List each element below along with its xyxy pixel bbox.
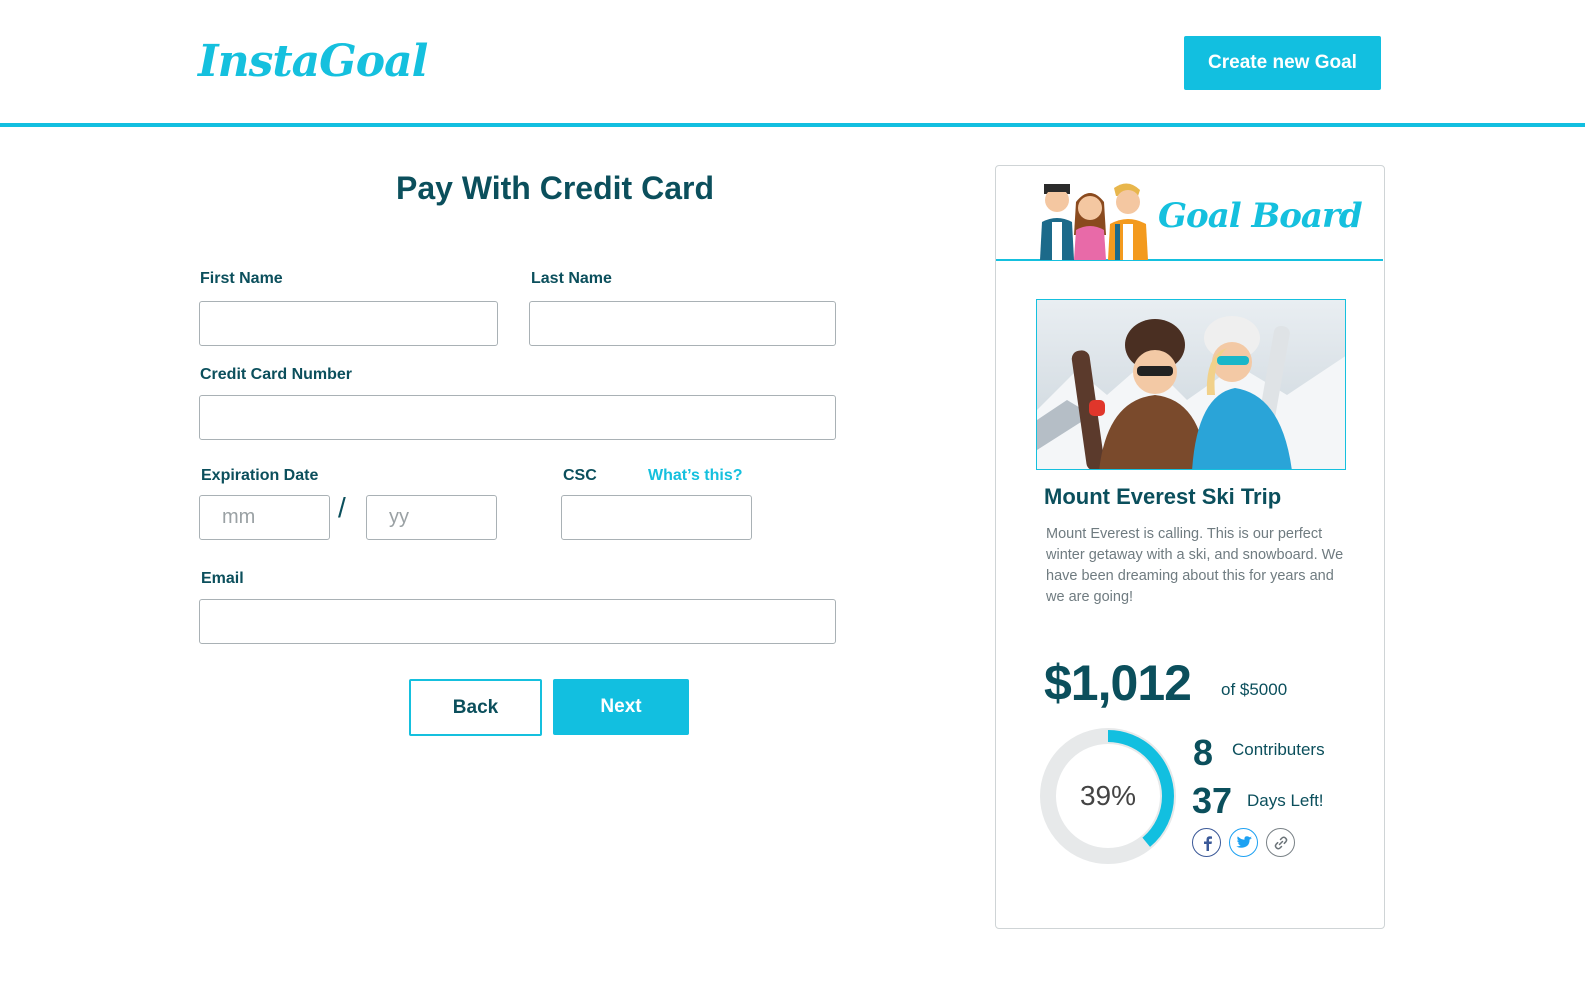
csc-label: CSC [563, 467, 597, 484]
date-separator: / [338, 492, 346, 523]
first-name-input[interactable] [199, 301, 498, 346]
copy-link-button[interactable] [1266, 828, 1295, 857]
facebook-share-button[interactable] [1192, 828, 1221, 857]
progress-percent: 39% [1079, 780, 1137, 811]
days-left-label: Days Left! [1247, 791, 1324, 810]
email-label: Email [201, 570, 244, 587]
expiration-month-input[interactable] [199, 495, 330, 540]
page-title: Pay With Credit Card [396, 170, 714, 206]
last-name-label: Last Name [531, 270, 612, 287]
amount-raised: $1,012 [1044, 655, 1192, 711]
facebook-icon [1203, 835, 1212, 851]
csc-input[interactable] [561, 495, 752, 540]
goal-board-card: Goal Board Mount Everest Ski Trip Mount … [995, 165, 1385, 929]
goal-board-title: Goal Board [1158, 196, 1363, 236]
last-name-input[interactable] [529, 301, 836, 346]
expiration-date-label: Expiration Date [201, 467, 319, 484]
expiration-year-input[interactable] [366, 495, 497, 540]
contributors-label: Contributers [1232, 740, 1325, 759]
ski-trip-photo [1037, 300, 1345, 469]
days-left-count: 37 [1192, 780, 1233, 821]
back-button[interactable]: Back [409, 679, 542, 736]
goal-description: Mount Everest is calling. This is our pe… [1046, 526, 1344, 605]
contributors-count: 8 [1193, 732, 1214, 773]
twitter-icon [1235, 835, 1252, 848]
goal-target: of $5000 [1221, 680, 1288, 699]
first-name-label: First Name [200, 270, 283, 287]
goal-title[interactable]: Mount Everest Ski Trip [1044, 484, 1281, 510]
card-number-label: Credit Card Number [200, 366, 353, 383]
create-new-goal-button[interactable]: Create new Goal [1184, 36, 1381, 90]
link-icon [1274, 836, 1287, 849]
instagoal-logo[interactable]: InstaGoal [198, 36, 428, 87]
goal-photo[interactable] [1036, 299, 1346, 470]
whats-this-link[interactable]: What’s this? [648, 467, 743, 485]
email-input[interactable] [199, 599, 836, 644]
top-header: InstaGoal Create new Goal [0, 0, 1585, 127]
card-number-input[interactable] [199, 395, 836, 440]
goal-board-header: Goal Board [996, 166, 1383, 261]
next-button[interactable]: Next [553, 679, 689, 735]
friends-group-icon [1040, 183, 1148, 260]
twitter-share-button[interactable] [1229, 828, 1258, 857]
